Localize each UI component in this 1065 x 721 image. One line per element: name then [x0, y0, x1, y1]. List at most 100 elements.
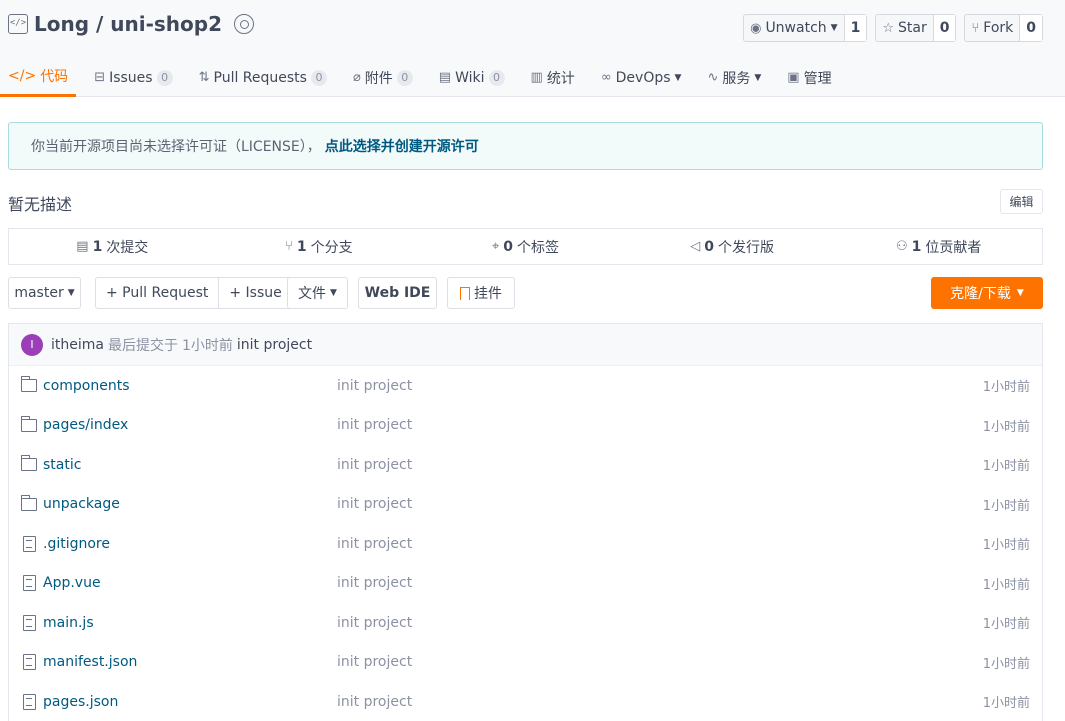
- chevron-down-icon: ▼: [1016, 288, 1024, 298]
- stat-contributors[interactable]: ⚇ 1 位贡献者: [835, 229, 1042, 264]
- file-name[interactable]: components: [43, 378, 130, 394]
- chevron-down-icon: ▼: [67, 288, 75, 298]
- branch-icon: ⑂: [285, 239, 293, 254]
- file-list: I itheima 最后提交于 1小时前 init project compon…: [8, 323, 1043, 721]
- latest-commit-row: I itheima 最后提交于 1小时前 init project: [9, 324, 1042, 366]
- stat-commits[interactable]: ▤ 1 次提交: [9, 229, 216, 264]
- clone-download-button[interactable]: 克隆/下载 ▼: [931, 277, 1043, 309]
- tab-issues-label: Issues: [109, 69, 153, 86]
- code-icon: </>: [8, 68, 37, 84]
- tab-pull-requests-count: 0: [310, 69, 327, 86]
- new-issue-button[interactable]: + Issue: [218, 278, 291, 308]
- file-commit-time: 1小时前: [982, 459, 1030, 475]
- tab-wiki[interactable]: ▤ Wiki 0: [431, 58, 513, 97]
- file-commit-message[interactable]: init project: [337, 457, 412, 473]
- file-commit-time: 1小时前: [982, 538, 1030, 554]
- tab-statistics[interactable]: ▥ 统计: [523, 58, 583, 97]
- tab-statistics-label: 统计: [546, 70, 575, 87]
- license-notice: 你当前开源项目尚未选择许可证（LICENSE）， 点此选择并创建开源许可: [8, 122, 1043, 170]
- file-commit-message[interactable]: init project: [337, 615, 412, 631]
- fork-icon: ⑂: [971, 20, 980, 36]
- stat-branches[interactable]: ⑂ 1 个分支: [216, 229, 423, 264]
- file-commit-message[interactable]: init project: [337, 575, 412, 591]
- file-row[interactable]: .gitignore init project 1小时前: [9, 524, 1042, 564]
- tab-wiki-label: Wiki: [455, 69, 485, 86]
- repo-stats-bar: ▤ 1 次提交 ⑂ 1 个分支 ⌖ 0 个标签 ◁ 0 个发行版 ⚇ 1 位贡献…: [8, 228, 1043, 265]
- commit-author[interactable]: itheima: [51, 337, 104, 353]
- star-button[interactable]: ☆ Star 0: [875, 14, 957, 42]
- file-commit-time: 1小时前: [982, 380, 1030, 396]
- stat-branches-count: 1: [296, 238, 307, 255]
- stat-tags[interactable]: ⌖ 0 个标签: [422, 229, 629, 264]
- file-commit-message[interactable]: init project: [337, 417, 412, 433]
- repo-header: </> Long / uni-shop2 ◉ Unwatch ▼ 1 ☆ Star 0…: [0, 0, 1065, 97]
- tab-manage[interactable]: ▣ 管理: [779, 58, 839, 97]
- stat-tags-count: 0: [503, 238, 514, 255]
- file-commit-message[interactable]: init project: [337, 654, 412, 670]
- fork-button[interactable]: ⑂ Fork 0: [964, 14, 1043, 42]
- stat-releases[interactable]: ◁ 0 个发行版: [629, 229, 836, 264]
- file-commit-message[interactable]: init project: [337, 694, 412, 710]
- manage-icon: ▣: [787, 70, 800, 85]
- file-name[interactable]: App.vue: [43, 575, 101, 591]
- avatar[interactable]: I: [21, 333, 43, 356]
- file-commit-message[interactable]: init project: [337, 378, 412, 394]
- recommend-badge-icon[interactable]: [234, 14, 255, 34]
- commit-time: 1小时前: [181, 337, 233, 354]
- star-count[interactable]: 0: [933, 15, 956, 41]
- file-name[interactable]: static: [43, 457, 81, 473]
- files-dropdown-label: 文件: [298, 286, 327, 302]
- repo-description: 暂无描述: [8, 195, 73, 214]
- file-row[interactable]: pages/index init project 1小时前: [9, 406, 1042, 446]
- tab-services[interactable]: ∿ 服务 ▼: [699, 58, 769, 97]
- branch-select[interactable]: master ▼: [8, 277, 81, 309]
- new-pull-request-button[interactable]: + Pull Request: [96, 278, 218, 308]
- tab-issues[interactable]: ⊟ Issues 0: [86, 58, 180, 97]
- file-name[interactable]: pages.json: [43, 694, 118, 710]
- file-row[interactable]: static init project 1小时前: [9, 445, 1042, 485]
- tab-pull-requests[interactable]: ⇅ Pull Requests 0: [191, 58, 335, 97]
- commit-label: 最后提交于: [107, 337, 178, 354]
- file-icon: [23, 654, 36, 671]
- file-name[interactable]: main.js: [43, 615, 94, 631]
- branch-select-label: master: [14, 285, 64, 301]
- file-name[interactable]: .gitignore: [43, 536, 110, 552]
- file-commit-message[interactable]: init project: [337, 536, 412, 552]
- watch-count[interactable]: 1: [844, 15, 867, 41]
- file-name[interactable]: unpackage: [43, 496, 120, 512]
- create-button-group: + Pull Request + Issue: [95, 277, 293, 309]
- file-row[interactable]: components init project 1小时前: [9, 366, 1042, 406]
- file-row[interactable]: main.js init project 1小时前: [9, 603, 1042, 643]
- tab-wiki-count: 0: [488, 69, 505, 86]
- fork-count[interactable]: 0: [1020, 15, 1042, 41]
- file-name[interactable]: pages/index: [43, 417, 128, 433]
- file-row[interactable]: App.vue init project 1小时前: [9, 564, 1042, 604]
- stat-releases-label: 个发行版: [717, 239, 774, 256]
- file-name[interactable]: manifest.json: [43, 654, 137, 670]
- file-commit-time: 1小时前: [982, 498, 1030, 514]
- contributors-icon: ⚇: [895, 239, 908, 254]
- file-commit-time: 1小时前: [982, 617, 1030, 633]
- plugin-button[interactable]: 挂件: [447, 277, 515, 309]
- file-row[interactable]: manifest.json init project 1小时前: [9, 643, 1042, 683]
- tab-devops[interactable]: ∞ DevOps ▼: [593, 58, 690, 97]
- tab-issues-count: 0: [156, 69, 173, 86]
- pull-request-icon: ⇅: [198, 70, 210, 85]
- commit-message[interactable]: init project: [237, 337, 312, 353]
- commit-icon: ▤: [76, 239, 89, 254]
- repo-code-icon: </>: [8, 14, 28, 34]
- unwatch-label: Unwatch: [765, 20, 827, 36]
- repo-name[interactable]: Long / uni-shop2: [34, 12, 222, 36]
- file-commit-time: 1小时前: [982, 419, 1030, 435]
- file-row[interactable]: unpackage init project 1小时前: [9, 485, 1042, 525]
- create-license-link[interactable]: 点此选择并创建开源许可: [325, 136, 479, 156]
- web-ide-button[interactable]: Web IDE: [358, 277, 437, 309]
- file-commit-message[interactable]: init project: [337, 496, 412, 512]
- edit-description-button[interactable]: 编辑: [1000, 189, 1043, 214]
- files-dropdown[interactable]: 文件 ▼: [287, 277, 348, 309]
- tab-code[interactable]: </> 代码: [0, 58, 77, 97]
- file-row[interactable]: pages.json init project 1小时前: [9, 682, 1042, 721]
- tab-attachments[interactable]: ⌀ 附件 0: [345, 58, 421, 97]
- stat-contributors-label: 位贡献者: [925, 239, 982, 256]
- unwatch-button[interactable]: ◉ Unwatch ▼ 1: [743, 14, 868, 42]
